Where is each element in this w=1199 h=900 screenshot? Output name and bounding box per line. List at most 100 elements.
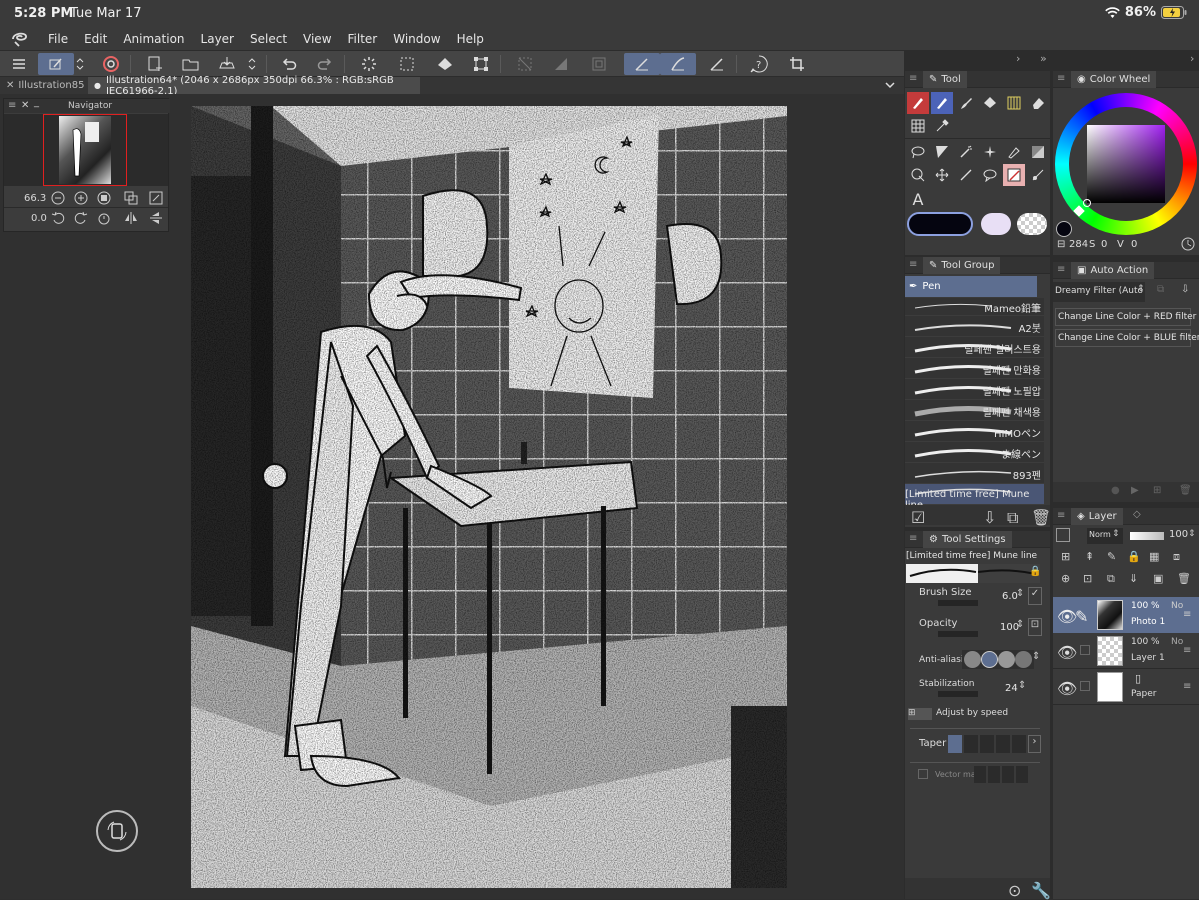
reset-zoom-icon[interactable] [97,191,111,205]
collapse-right-icon[interactable]: › [1016,52,1020,65]
transform-icon[interactable] [468,53,494,75]
rotate-device-button[interactable] [96,810,138,852]
antialias-strong-icon[interactable] [1015,651,1032,668]
stabilization-slider[interactable] [938,691,978,697]
opacity-pressure-icon[interactable]: ⊡ [1028,618,1042,636]
flip-horizontal-icon[interactable] [124,211,138,225]
brush-item[interactable]: Mameo鉛筆 [905,298,1044,316]
grip-icon[interactable]: ≡ [1057,510,1065,521]
grip-icon[interactable]: ≡ [909,259,917,270]
tab-color-wheel[interactable]: ◉ Color Wheel [1071,71,1157,88]
rotation-value[interactable]: 0.0 [31,213,47,224]
opacity-slider[interactable] [938,631,978,637]
import-icon[interactable]: ⇩ [983,508,996,527]
menu-animation[interactable]: Animation [115,32,192,46]
close-icon[interactable]: ✕ [21,100,29,111]
trash-icon[interactable]: 🗑 [1177,572,1191,585]
gradient-fill-icon[interactable] [1027,141,1049,163]
undo-icon[interactable] [276,53,302,75]
close-icon[interactable]: ✕ [6,80,14,91]
duplicate-icon[interactable]: ⧉ [1007,508,1018,528]
antialias-medium-icon[interactable] [998,651,1015,668]
layer-menu-icon[interactable]: ≡ [1183,645,1191,656]
menu-layer[interactable]: Layer [193,32,242,46]
zoom-in-icon[interactable] [74,191,88,205]
stabilization-value[interactable]: 24 [1005,683,1018,694]
layer-menu-icon[interactable]: ≡ [1183,681,1191,692]
grip-icon[interactable]: ≡ [1057,264,1065,275]
download-icon[interactable]: ⇩ [1181,284,1189,295]
chevron-updown-icon[interactable]: ⇕ [1016,619,1024,630]
brush-size-slider[interactable] [938,600,978,606]
brush-item[interactable]: 893펜 [905,463,1044,484]
line-tool-icon[interactable] [955,164,977,186]
snap-to-special-ruler-icon[interactable] [660,53,696,75]
value-value[interactable]: 0 [1131,239,1137,250]
grip-icon[interactable]: ≡ [8,100,16,111]
collapse-right-icon[interactable]: › [1190,52,1194,65]
object-select-icon[interactable] [907,164,929,186]
gradient-tool-icon[interactable] [1003,92,1025,114]
add-action-icon[interactable]: ⊞ [1153,485,1161,496]
tab-tool-settings[interactable]: ⚙ Tool Settings [923,531,1012,548]
fit-window-icon[interactable] [149,191,163,205]
brush-item[interactable]: 릴페펜 일러스트용 [905,337,1044,358]
app-logo-icon[interactable] [0,31,40,47]
brush-item[interactable]: 릴페펜 노필압 [905,379,1044,400]
menu-edit[interactable]: Edit [76,32,115,46]
brush-item[interactable]: ま線ペン [905,442,1044,463]
reset-rotation-icon[interactable] [97,211,111,225]
save-icon[interactable] [214,53,240,75]
auto-action-set-select[interactable]: Dreamy Filter (Auto Action) [1053,282,1145,302]
chevron-updown-icon[interactable]: ⇕ [1137,284,1145,294]
eyedropper-tool-icon[interactable] [931,115,953,137]
blend-tool-icon[interactable] [907,115,929,137]
layer-edit-checkbox[interactable] [1080,645,1090,655]
brush-item[interactable]: 릴페펜 만화용 [905,358,1044,379]
tab-tool-group[interactable]: ✎ Tool Group [923,257,1001,274]
new-vector-layer-icon[interactable]: ⊡ [1083,572,1092,585]
layer-opacity-value[interactable]: 100 [1169,529,1188,540]
lock-layer-icon[interactable]: 🔒 [1127,550,1141,563]
balloon-tool-icon[interactable] [979,164,1001,186]
chevron-updown-icon[interactable]: ⇕ [1112,529,1120,539]
redo-icon[interactable] [312,53,338,75]
pencil-tool-icon[interactable] [931,92,953,114]
trash-icon[interactable]: 🗑 [1031,508,1051,527]
mask-icon[interactable]: ⧈ [1173,550,1180,564]
help-icon[interactable]: ? [746,53,772,75]
reset-settings-icon[interactable]: ⊙ [1008,881,1021,900]
saturation-value[interactable]: 0 [1101,239,1107,250]
menu-select[interactable]: Select [242,32,295,46]
layer-menu-icon[interactable]: ≡ [1183,609,1191,620]
brush-item[interactable]: A2붓 [905,316,1044,337]
main-color-swatch[interactable] [907,212,973,236]
auto-action-item[interactable]: Change Line Color + RED filter [1055,308,1196,326]
tab-tool[interactable]: ✎ Tool [923,71,967,88]
move-tool-icon[interactable] [931,164,953,186]
invert-selection-icon[interactable] [548,53,574,75]
draft-layer-icon[interactable]: ✎ [1107,550,1116,563]
merge-down-icon[interactable]: ⇓ [1129,572,1138,585]
polyline-select-icon[interactable] [931,141,953,163]
pen-tool-icon[interactable] [907,92,929,114]
chevron-updown-icon[interactable]: ⇕ [1016,588,1024,599]
auto-action-item[interactable]: Change Line Color + BLUE filter [1055,329,1199,347]
brush-size-check-icon[interactable]: ✓ [1028,587,1042,605]
eye-icon[interactable]: 👁 [1057,643,1077,662]
sparkle-tool-icon[interactable] [979,141,1001,163]
chevron-right-icon[interactable]: › [1028,735,1041,753]
lock-icon[interactable]: 🔒 [1029,566,1041,577]
companion-mode-icon[interactable] [98,53,124,75]
fill-tool-icon[interactable] [979,92,1001,114]
brush-item-selected[interactable]: [Limited time free] Mune line [905,484,1044,511]
layer-edit-checkbox[interactable] [1080,681,1090,691]
brush-tool-icon[interactable] [955,92,977,114]
loading-spinner-icon[interactable] [356,53,382,75]
expand-panel-icon[interactable]: » [1040,52,1047,65]
rotate-left-icon[interactable] [51,211,65,225]
chevron-updown-icon[interactable] [72,53,88,75]
play-icon[interactable]: ▶ [1131,485,1139,496]
chevron-updown-icon[interactable]: ⇕ [1032,651,1040,662]
menu-view[interactable]: View [295,32,339,46]
